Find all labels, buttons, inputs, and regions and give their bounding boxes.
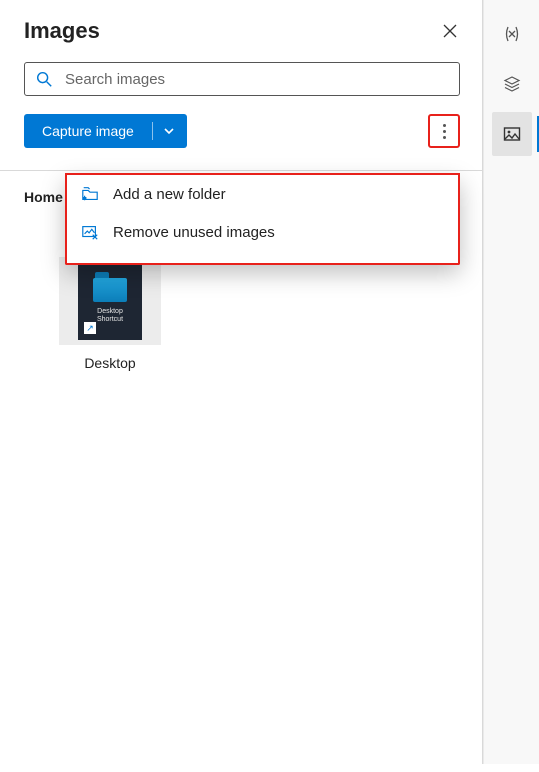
more-options-menu: Add a new folder Remove unused images	[65, 175, 460, 265]
right-rail	[483, 0, 539, 764]
images-panel: Images Capture image	[0, 0, 483, 764]
remove-unused-icon	[81, 223, 99, 241]
layers-icon	[502, 74, 522, 94]
split-divider	[152, 122, 153, 140]
search-input[interactable]	[63, 70, 449, 89]
image-thumbnail[interactable]: Desktop Shortcut ↗ Desktop	[59, 257, 161, 371]
image-grid: Desktop Shortcut ↗ Desktop	[24, 257, 460, 371]
images-icon	[502, 124, 522, 144]
capture-image-button[interactable]: Capture image	[24, 114, 187, 148]
menu-remove-unused[interactable]: Remove unused images	[67, 213, 458, 251]
search-input-wrapper[interactable]	[24, 62, 460, 96]
shortcut-arrow-icon: ↗	[84, 322, 96, 334]
more-options-button[interactable]	[432, 118, 456, 144]
thumbnail-caption: Desktop	[59, 355, 161, 371]
toolbar-row: Capture image	[24, 114, 460, 148]
menu-add-folder[interactable]: Add a new folder	[67, 175, 458, 213]
chevron-down-icon	[163, 125, 175, 137]
rail-layers-button[interactable]	[492, 62, 532, 106]
more-vertical-icon	[443, 124, 446, 127]
thumbnail-tile: Desktop Shortcut ↗	[59, 257, 161, 345]
variables-icon	[502, 24, 522, 44]
panel-title: Images	[24, 18, 100, 44]
capture-image-label: Capture image	[42, 123, 134, 139]
rail-variables-button[interactable]	[492, 12, 532, 56]
menu-add-folder-label: Add a new folder	[113, 186, 226, 203]
menu-remove-unused-label: Remove unused images	[113, 224, 275, 241]
search-icon	[35, 70, 53, 88]
capture-image-dropdown[interactable]	[163, 125, 187, 137]
close-button[interactable]	[440, 21, 460, 41]
rail-images-button[interactable]	[492, 112, 532, 156]
more-button-highlight	[428, 114, 460, 148]
thumbnail-dark-box: Desktop Shortcut ↗	[78, 262, 142, 340]
tile-text-1: Desktop	[97, 308, 123, 316]
tile-text-2: Shortcut	[97, 316, 123, 324]
close-icon	[443, 24, 457, 38]
content-divider	[0, 170, 482, 171]
add-folder-icon	[81, 185, 99, 203]
panel-header: Images	[24, 18, 460, 44]
folder-icon	[93, 278, 127, 302]
